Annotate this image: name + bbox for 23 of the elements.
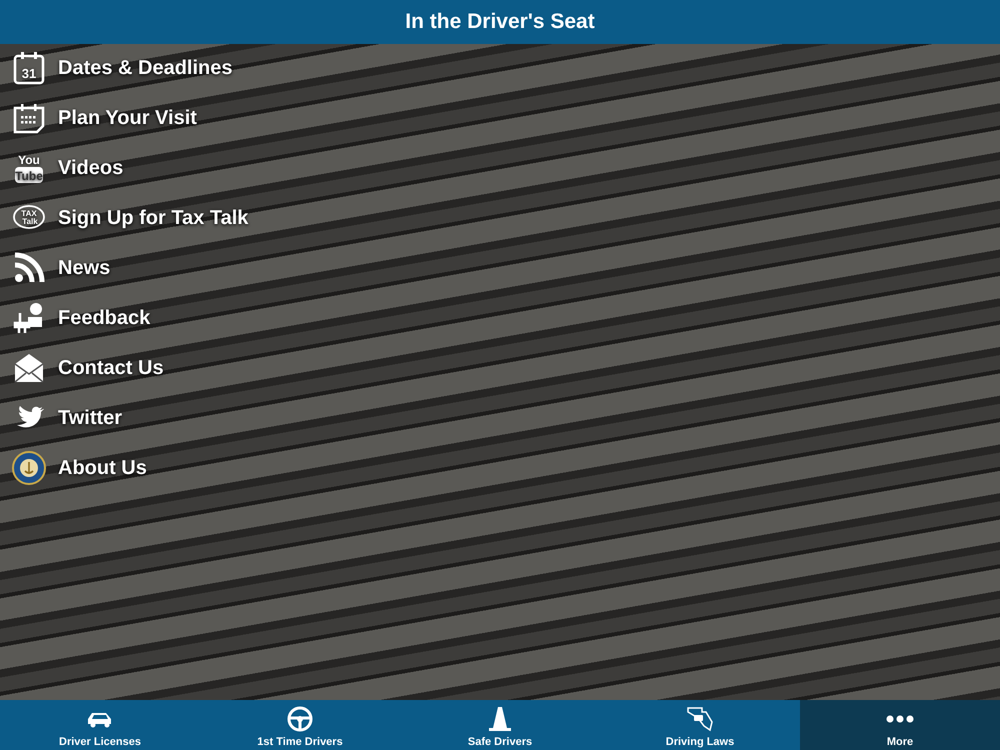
steering-wheel-icon: [286, 706, 314, 732]
traffic-cone-icon: [486, 706, 514, 732]
tab[interactable]: Safe Drivers: [400, 700, 600, 750]
menu-item[interactable]: Feedback: [12, 298, 156, 338]
menu-item[interactable]: TAX Talk Sign Up for Tax Talk: [12, 198, 254, 238]
tab[interactable]: Driving Laws: [600, 700, 800, 750]
menu-item[interactable]: 31 Dates & Deadlines: [12, 48, 239, 88]
menu-item[interactable]: You Tube Videos: [12, 148, 130, 188]
menu-item[interactable]: About Us: [12, 448, 153, 488]
menu-item[interactable]: Contact Us: [12, 348, 170, 388]
menu-item[interactable]: News: [12, 248, 116, 288]
more-icon: [886, 715, 914, 723]
page-title: In the Driver's Seat: [405, 10, 595, 34]
calendar-icon: [12, 101, 46, 135]
envelope-icon: [12, 351, 46, 385]
tab[interactable]: Driver Licenses: [0, 700, 200, 750]
seal-icon: [12, 451, 46, 485]
menu-item[interactable]: Plan Your Visit: [12, 98, 203, 138]
rss-icon: [12, 251, 46, 285]
map-with-car-icon: [686, 706, 714, 732]
tab[interactable]: 1st Time Drivers: [200, 700, 400, 750]
tab[interactable]: More: [800, 700, 1000, 750]
menu-item[interactable]: Twitter: [12, 398, 128, 438]
